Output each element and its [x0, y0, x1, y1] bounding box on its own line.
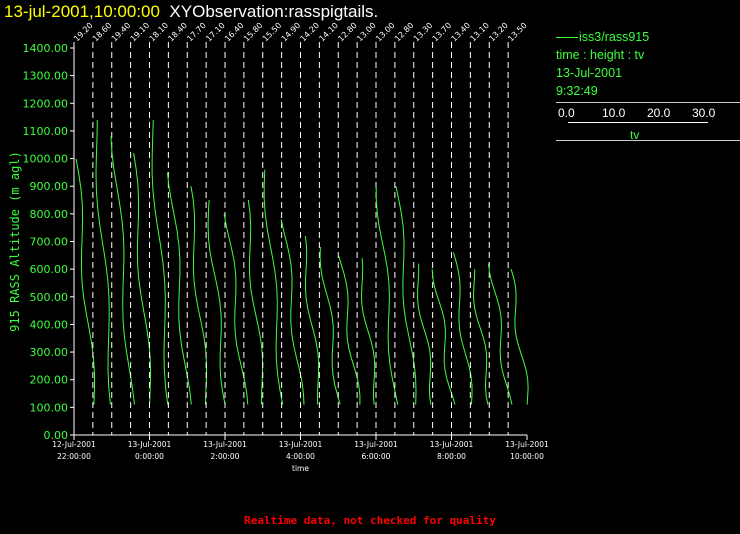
legend-desc: time : height : tv — [556, 48, 645, 62]
legend-date: 13-Jul-2001 — [556, 66, 623, 80]
profile-base-label: 19.20 — [72, 21, 95, 44]
profile-base-label: 12.80 — [336, 21, 359, 44]
y-tick-label: 1100.00 — [23, 125, 69, 138]
x-tick-date: 13-Jul-2001 — [430, 440, 474, 449]
profile-base-label: 15.80 — [242, 21, 265, 44]
profile-base-label: 13.10 — [468, 21, 491, 44]
x-tick-time: 6:00:00 — [362, 452, 391, 461]
profile-base-label: 13.20 — [487, 21, 510, 44]
profile-curve — [417, 263, 432, 405]
profile-base-label: 13.40 — [450, 21, 473, 44]
profile-base-label: 13.00 — [355, 21, 378, 44]
x-tick-time: 4:00:00 — [286, 452, 315, 461]
legend-divider-bottom — [556, 140, 740, 141]
profile-base-label: 14.10 — [317, 21, 340, 44]
profile-base-label: 19.40 — [110, 21, 133, 44]
y-tick-label: 1200.00 — [23, 97, 69, 110]
y-tick-label: 200.00 — [30, 374, 69, 387]
profile-curve — [263, 169, 284, 405]
legend-divider-top — [556, 102, 740, 103]
y-tick-label: 600.00 — [30, 263, 69, 276]
profile-curve — [319, 246, 341, 405]
x-tick-time: 0:00:00 — [135, 452, 164, 461]
profile-curve — [510, 268, 529, 405]
x-tick-date: 13-Jul-2001 — [505, 440, 549, 449]
profile-curve — [472, 269, 489, 405]
profile-base-label: 17.70 — [185, 21, 208, 44]
profile-curve — [395, 186, 417, 405]
legend-scale-tick: 20.0 — [647, 106, 671, 120]
profile-base-label: 14.90 — [280, 21, 303, 44]
x-axis-label: time — [292, 464, 309, 473]
legend-scale-tick: 30.0 — [692, 106, 716, 120]
profile-base-label: 13.00 — [374, 21, 397, 44]
legend-scale-tick: 0.0 — [558, 106, 575, 120]
profile-curve — [453, 252, 473, 405]
profile-curve — [304, 235, 320, 405]
profile-curve — [360, 258, 376, 405]
profile-curve — [133, 152, 152, 405]
profile-base-label: 18.60 — [91, 21, 114, 44]
y-axis-label: 915 RASS Altitude (m agl) — [8, 151, 22, 332]
profile-curve — [190, 186, 207, 405]
profile-curve — [151, 119, 169, 405]
y-tick-label: 1300.00 — [23, 70, 69, 83]
y-tick-label: 400.00 — [30, 318, 69, 331]
x-tick-date: 13-Jul-2001 — [354, 440, 398, 449]
y-tick-label: 900.00 — [30, 180, 69, 193]
legend-scale-tick: 10.0 — [602, 106, 626, 120]
profile-base-label: 13.70 — [431, 21, 454, 44]
profile-base-label: 13.30 — [412, 21, 435, 44]
x-tick-date: 13-Jul-2001 — [203, 440, 247, 449]
profile-base-label: 19.10 — [129, 21, 152, 44]
profile-base-label: 18.40 — [166, 21, 189, 44]
profile-base-label: 16.40 — [223, 21, 246, 44]
profile-base-label: 18.10 — [148, 21, 171, 44]
x-tick-date: 13-Jul-2001 — [128, 440, 172, 449]
y-tick-label: 500.00 — [30, 291, 69, 304]
profile-curve — [95, 119, 111, 405]
y-tick-label: 300.00 — [30, 346, 69, 359]
quality-warning: Realtime data, not checked for quality — [244, 514, 496, 527]
profile-curve — [75, 158, 95, 405]
legend-series: iss3/rass915 — [556, 28, 740, 46]
y-tick-label: 1400.00 — [23, 42, 69, 55]
legend-scale-axis — [568, 122, 708, 123]
x-tick-time: 10:00:00 — [510, 452, 544, 461]
profile-curve — [207, 199, 226, 405]
profile-base-label: 15.50 — [261, 21, 284, 44]
y-tick-label: 700.00 — [30, 236, 69, 249]
profile-base-label: 17.10 — [204, 21, 227, 44]
y-tick-label: 800.00 — [30, 208, 69, 221]
profile-base-label: 13.50 — [506, 21, 529, 44]
x-tick-date: 13-Jul-2001 — [279, 440, 323, 449]
profile-base-label: 12.80 — [393, 21, 416, 44]
x-tick-time: 2:00:00 — [211, 452, 240, 461]
x-tick-time: 8:00:00 — [437, 452, 466, 461]
y-tick-label: 100.00 — [30, 401, 69, 414]
profile-curve — [247, 199, 264, 405]
profile-base-label: 14.20 — [299, 21, 322, 44]
legend-time: 9:32:49 — [556, 84, 598, 98]
y-tick-label: 1000.00 — [23, 153, 69, 166]
x-tick-time: 22:00:00 — [57, 452, 91, 461]
x-tick-date: 12-Jul-2001 — [52, 440, 96, 449]
legend: iss3/rass915 time : height : tv 13-Jul-2… — [556, 28, 740, 142]
